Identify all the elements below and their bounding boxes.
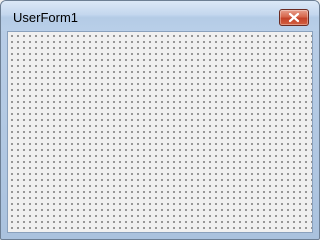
form-design-surface[interactable]	[7, 31, 313, 233]
close-icon	[288, 12, 300, 23]
userform-window: UserForm1	[0, 0, 320, 240]
window-title: UserForm1	[13, 10, 79, 25]
title-bar[interactable]: UserForm1	[1, 1, 319, 31]
close-button[interactable]	[279, 9, 309, 26]
